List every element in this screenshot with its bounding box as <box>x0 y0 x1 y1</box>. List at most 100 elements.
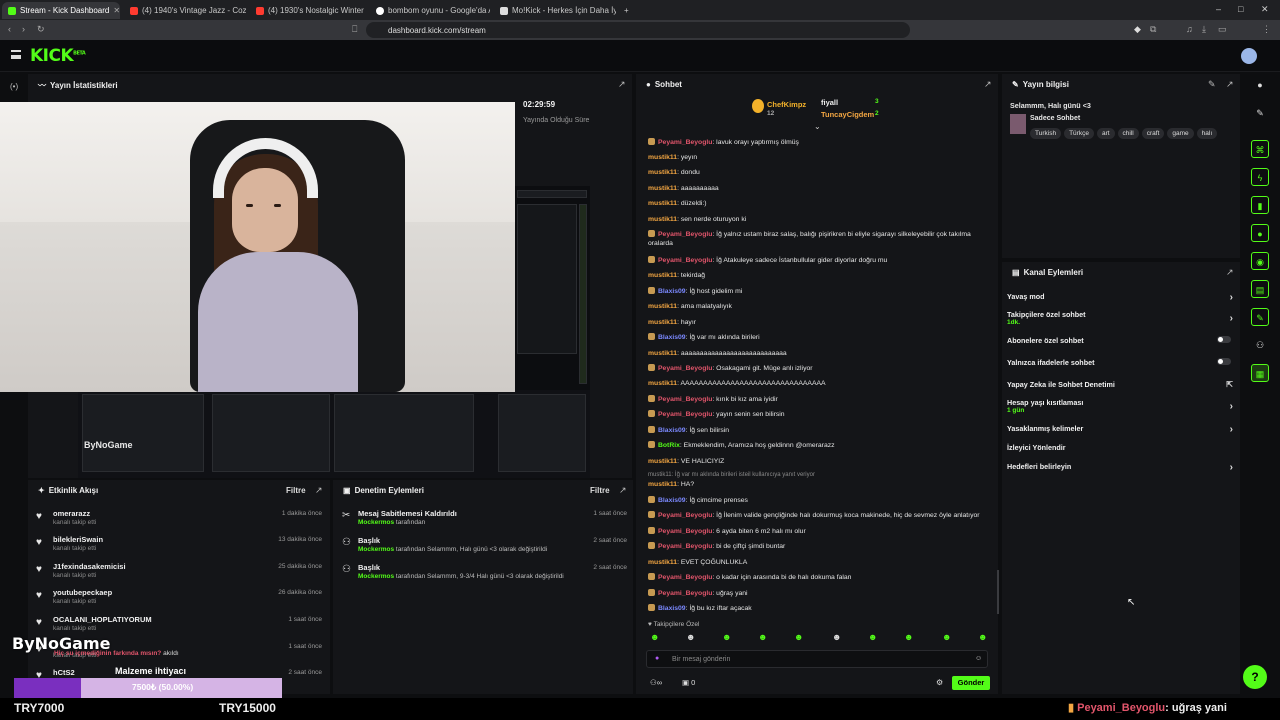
wrench-icon[interactable]: ✎ <box>1251 308 1269 326</box>
chat-username[interactable]: mustik11 <box>648 303 677 310</box>
tab-google[interactable]: bombom oyunu - Google'da Ara <box>370 2 490 19</box>
bolt-icon[interactable]: ϟ <box>1251 168 1269 186</box>
chat-username[interactable]: Peyami_Beyoglu <box>658 231 712 238</box>
emote-icon[interactable]: ☻ <box>832 632 841 642</box>
action-subscribers-only[interactable]: Abonelere özel sohbet <box>1007 336 1237 345</box>
chat-username[interactable]: Peyami_Beyoglu <box>658 257 712 264</box>
chat-username[interactable]: Peyami_Beyoglu <box>658 365 712 372</box>
kick-logo[interactable]: KICKBETA <box>30 46 86 66</box>
chat-username[interactable]: Peyami_Beyoglu <box>658 411 712 418</box>
tag-chip[interactable]: Türkçe <box>1064 128 1094 139</box>
chat-username[interactable]: Blaxis09 <box>658 427 686 434</box>
split-view-icon[interactable]: ▭ <box>1218 24 1227 35</box>
chat-username[interactable]: BotRix <box>658 442 680 449</box>
tag-chip[interactable]: chill <box>1117 128 1139 139</box>
new-tab-button[interactable]: + <box>618 2 632 19</box>
tab-kick-dashboard[interactable]: Stream - Kick Dashboard ✕ <box>2 2 120 19</box>
pencil-icon[interactable]: ✎ <box>1251 104 1269 122</box>
chat-username[interactable]: mustik11 <box>648 216 677 223</box>
emote-icon[interactable]: ☻ <box>904 632 913 642</box>
chat-settings-icon[interactable]: ⚙ <box>936 678 943 687</box>
chat-username[interactable]: mustik11 <box>648 559 677 566</box>
info-icon[interactable]: ● <box>1251 76 1269 94</box>
chat-username[interactable]: mustik11 <box>648 380 677 387</box>
chat-username[interactable]: Peyami_Beyoglu <box>658 543 712 550</box>
chat-username[interactable]: mustik11 <box>648 458 677 465</box>
downloads-icon[interactable]: ⤓ <box>1202 24 1206 35</box>
minimize-icon[interactable]: – <box>1216 4 1221 14</box>
tag-chip[interactable]: Turkish <box>1030 128 1062 139</box>
leader-name[interactable]: TuncayCigdem <box>821 110 874 119</box>
reload-icon[interactable]: ↻ <box>37 24 45 35</box>
chat-input[interactable]: ● Bir mesaj gönderin ☺ <box>646 650 988 668</box>
tab-jazz-2[interactable]: (4) 1930's Nostalgic Winter Jazz Play <box>250 2 366 19</box>
close-tab-icon[interactable]: ✕ <box>113 6 120 15</box>
action-raid[interactable]: İzleyici Yönlendir <box>1007 443 1237 452</box>
chat-username[interactable]: Peyami_Beyoglu <box>658 528 712 535</box>
chat-username[interactable]: Peyami_Beyoglu <box>658 590 712 597</box>
toggle-switch[interactable] <box>1217 358 1231 365</box>
filter-button[interactable]: Filtre <box>286 486 306 495</box>
chat-username[interactable]: Blaxis09 <box>658 497 686 504</box>
chat-username[interactable]: Peyami_Beyoglu <box>658 396 712 403</box>
action-emotes-only[interactable]: Yalnızca ifadelerle sohbet <box>1007 358 1237 367</box>
note-icon[interactable]: ▮ <box>1251 196 1269 214</box>
toggle-switch[interactable] <box>1217 336 1231 343</box>
leader-name[interactable]: ChefKimpz <box>767 100 806 109</box>
tab-mokick[interactable]: Mo!Kick - Herkes İçin Daha İyi Bir Kick <box>494 2 616 19</box>
popout-icon[interactable]: ↗ <box>1226 267 1234 278</box>
chat-icon[interactable]: ● <box>1251 224 1269 242</box>
media-icon[interactable]: ♫ <box>1186 24 1193 34</box>
filter-button[interactable]: Filtre <box>590 486 610 495</box>
emote-icon[interactable]: ☻ <box>650 632 659 642</box>
action-slow-mode[interactable]: Yavaş mod › <box>1007 292 1237 303</box>
tag-chip[interactable]: game <box>1167 128 1194 139</box>
extension-icon[interactable]: ◆ <box>1134 24 1141 35</box>
chat-username[interactable]: Peyami_Beyoglu <box>658 512 712 519</box>
action-ai-moderation[interactable]: Yapay Zeka ile Sohbet Denetimi ⇱ <box>1007 380 1237 389</box>
chat-username[interactable]: mustik11 <box>648 481 677 488</box>
layout-icon[interactable]: ▦ <box>1251 364 1269 382</box>
chat-username[interactable]: mustik11 <box>648 185 677 192</box>
extension-icon[interactable]: ⧉ <box>1150 24 1156 35</box>
menu-icon[interactable] <box>11 50 21 59</box>
close-window-icon[interactable]: ✕ <box>1261 4 1269 15</box>
edit-icon[interactable]: ✎ <box>1208 79 1216 90</box>
chat-users-icon[interactable]: ⚇∞ <box>650 678 662 687</box>
maximize-icon[interactable]: □ <box>1238 4 1243 14</box>
chat-username[interactable]: Peyami_Beyoglu <box>658 139 712 146</box>
emote-icon[interactable]: ☻ <box>686 632 695 642</box>
popout-icon[interactable]: ↗ <box>1226 79 1234 90</box>
emote-icon[interactable]: ☻ <box>758 632 767 642</box>
help-button[interactable]: ? <box>1243 665 1267 689</box>
stats-icon[interactable]: ⌘ <box>1251 140 1269 158</box>
action-account-age[interactable]: Hesap yaşı kısıtlaması 1 gün › <box>1007 398 1237 414</box>
forward-icon[interactable]: › <box>22 24 25 34</box>
action-followers-only[interactable]: Takipçilere özel sohbet 1dk. › <box>1007 310 1237 326</box>
collapse-sidebar-icon[interactable]: (•) <box>10 82 18 91</box>
tag-chip[interactable]: craft <box>1141 128 1165 139</box>
leader-name[interactable]: fiyall <box>821 98 838 107</box>
popout-icon[interactable]: ↗ <box>984 79 992 90</box>
emote-icon[interactable]: ☻ <box>722 632 731 642</box>
emote-icon[interactable]: ☻ <box>942 632 951 642</box>
chat-username[interactable]: Blaxis09 <box>658 334 686 341</box>
chat-username[interactable]: mustik11 <box>648 169 677 176</box>
emote-icon[interactable]: ☻ <box>794 632 803 642</box>
tag-chip[interactable]: art <box>1096 128 1115 139</box>
emoji-picker-icon[interactable]: ☺ <box>975 655 982 662</box>
chat-username[interactable]: Peyami_Beyoglu <box>658 574 712 581</box>
users-icon[interactable]: ⚇ <box>1251 336 1269 354</box>
chat-username[interactable]: Blaxis09 <box>658 605 686 612</box>
emote-icon[interactable]: ☻ <box>978 632 987 642</box>
chat-username[interactable]: Blaxis09 <box>658 288 686 295</box>
popout-icon[interactable]: ↗ <box>315 485 323 496</box>
tag-chip[interactable]: halı <box>1196 128 1218 139</box>
chat-username[interactable]: mustik11 <box>648 154 677 161</box>
bookmark-icon[interactable]: ⎕ <box>352 24 357 35</box>
chat-username[interactable]: mustik11 <box>648 350 677 357</box>
broadcast-icon[interactable]: ◉ <box>1251 252 1269 270</box>
browser-menu-icon[interactable]: ⋮ <box>1262 24 1271 35</box>
chat-scrollbar[interactable] <box>997 570 999 614</box>
popout-icon[interactable]: ↗ <box>619 485 627 496</box>
